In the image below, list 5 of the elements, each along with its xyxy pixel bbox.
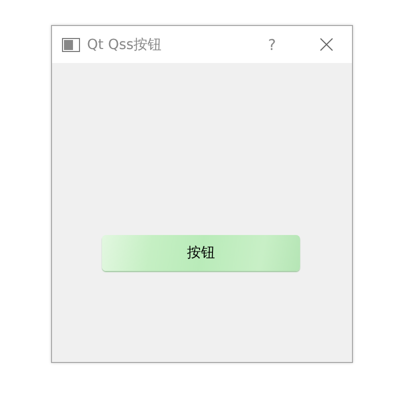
close-icon[interactable]	[320, 38, 333, 51]
push-button[interactable]: 按钮	[102, 235, 300, 271]
window-title: Qt Qss按钮	[87, 36, 163, 54]
window-icon	[62, 38, 80, 52]
help-button[interactable]: ?	[268, 36, 276, 54]
